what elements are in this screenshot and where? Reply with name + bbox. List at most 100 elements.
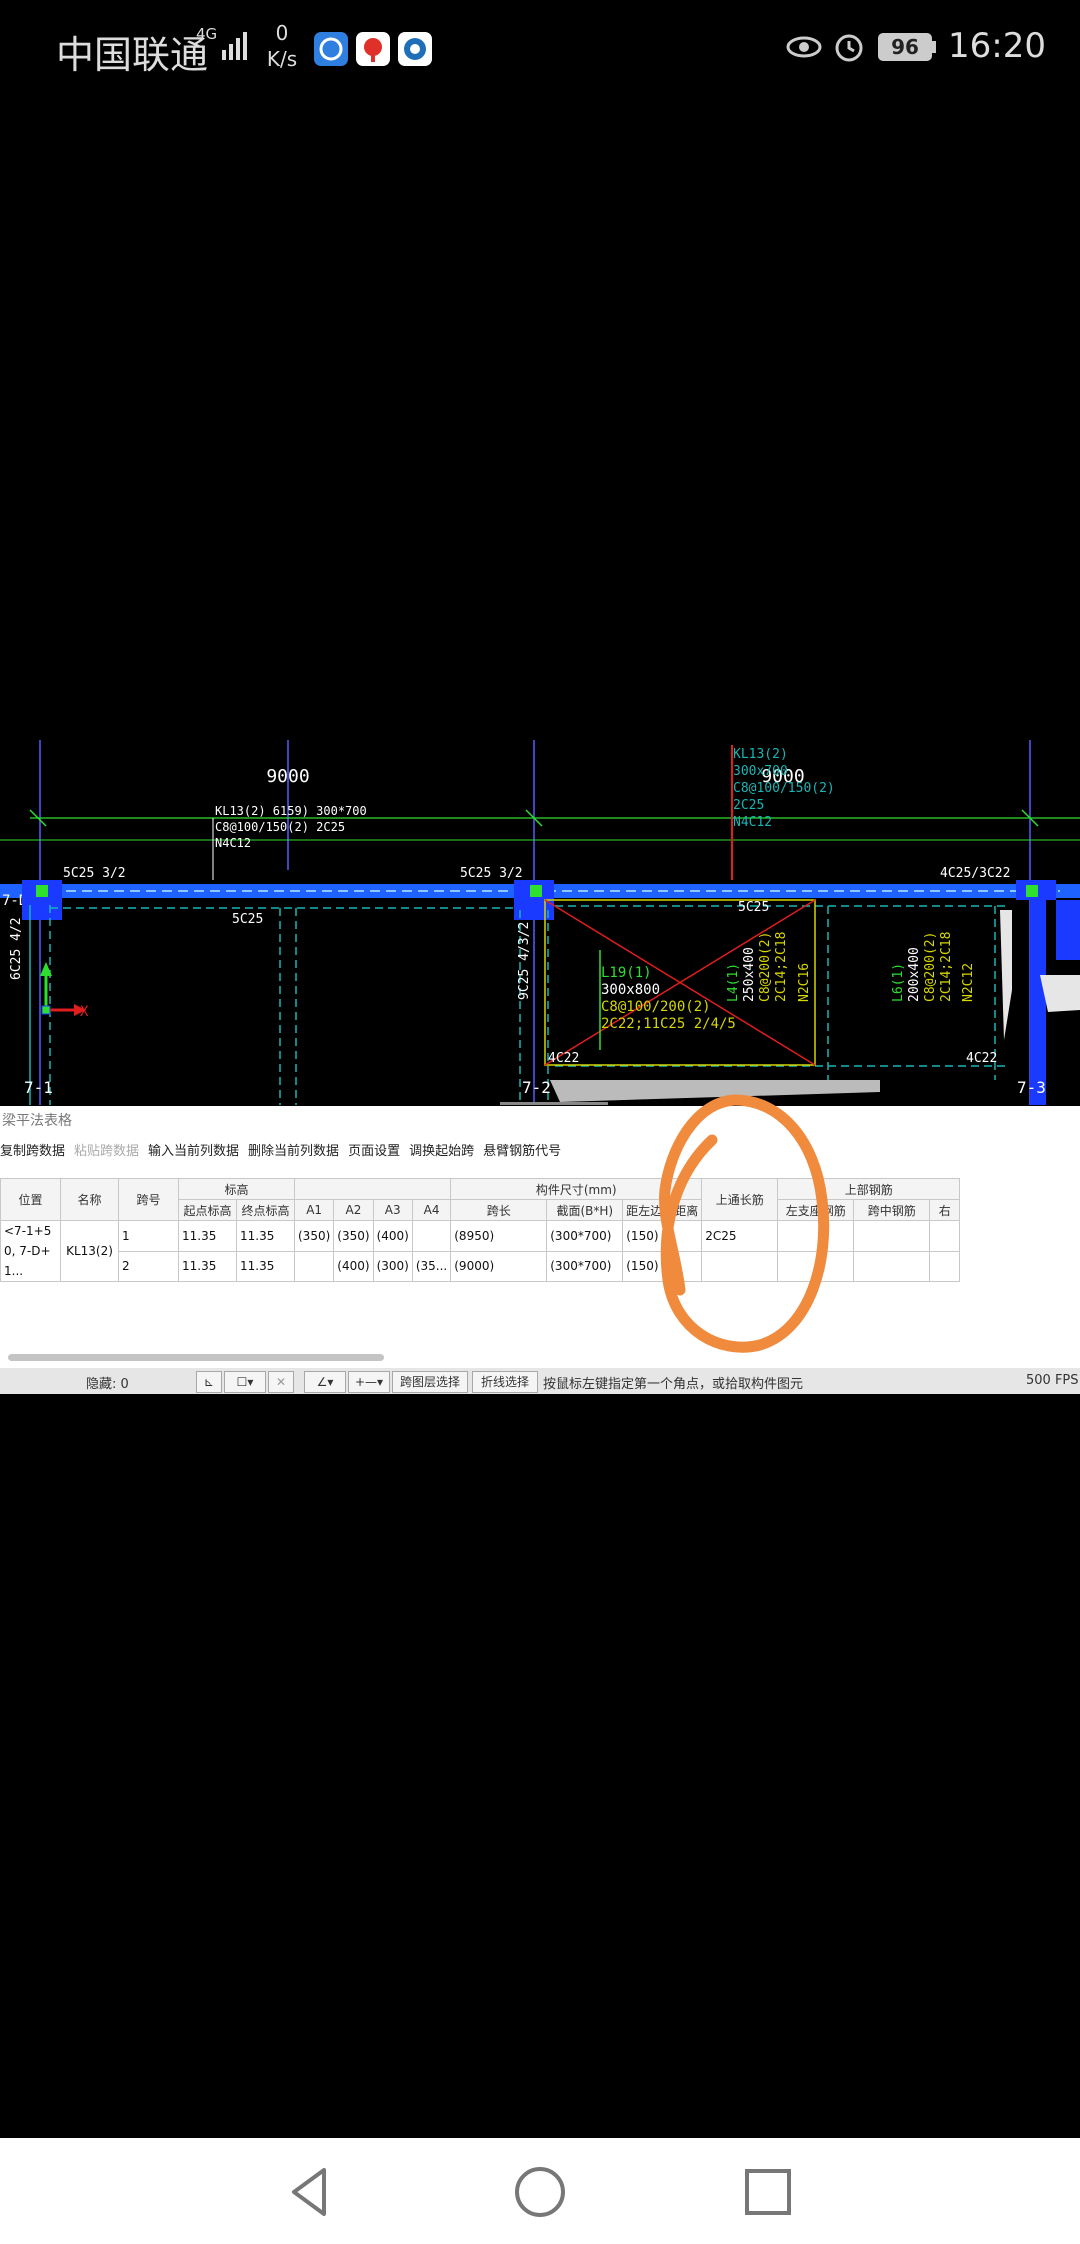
cell-right[interactable] — [929, 1250, 961, 1282]
ortho-tool-icon[interactable]: ⊾ — [196, 1371, 222, 1393]
axis-label-7-1: 7-1 — [24, 1078, 53, 1097]
header-span-length[interactable]: 跨长 — [450, 1199, 548, 1221]
command-prompt: 按鼠标左键指定第一个角点，或拾取构件图元 — [543, 1377, 804, 1392]
rebar-top-3: 4C25/3C22 — [940, 866, 1010, 881]
back-button[interactable] — [280, 2162, 340, 2222]
l6-label-3: C8@200(2) — [923, 932, 938, 1002]
cell-span-length[interactable]: (8950) — [450, 1220, 548, 1252]
clock: 16:20 — [948, 26, 1046, 66]
polyline-select-button[interactable]: 折线选择 — [472, 1371, 538, 1393]
header-position[interactable]: 位置 — [0, 1178, 61, 1221]
cell-a1[interactable] — [293, 1250, 335, 1282]
cell-start-elev[interactable]: 11.35 — [178, 1250, 237, 1282]
box-select-icon[interactable]: ☐▾ — [224, 1371, 266, 1393]
header-mid-span[interactable]: 跨中钢筋 — [853, 1199, 931, 1221]
l19-label-2: 300x800 — [601, 982, 660, 998]
header-right[interactable]: 右 — [929, 1199, 961, 1221]
paste-span-button: 粘贴跨数据 — [74, 1144, 140, 1159]
header-end-elev[interactable]: 终点标高 — [236, 1199, 295, 1221]
fps-readout: 500 FPS — [1026, 1373, 1079, 1388]
horizontal-scrollbar[interactable] — [8, 1354, 384, 1361]
cell-a2[interactable]: (350) — [333, 1220, 374, 1252]
header-section[interactable]: 截面(B*H) — [546, 1199, 624, 1221]
axis-x-label: X — [80, 1004, 89, 1020]
l4-label-4: 2C14;2C18 — [774, 932, 789, 1002]
input-column-button[interactable]: 输入当前列数据 — [148, 1140, 239, 1159]
cell-position[interactable]: <7-1+50, 7-D+1... — [0, 1220, 61, 1282]
header-a1[interactable]: A1 — [293, 1199, 335, 1221]
header-a3[interactable]: A3 — [372, 1199, 413, 1221]
cell-end-elev[interactable]: 11.35 — [236, 1220, 295, 1252]
cell-end-elev[interactable]: 11.35 — [236, 1250, 295, 1282]
cell-span[interactable]: 2 — [118, 1250, 179, 1282]
beam-note-2: C8@100/150(2) 2C25 — [215, 820, 345, 834]
eye-icon — [786, 36, 822, 58]
cell-mid-span[interactable] — [853, 1250, 931, 1282]
l4-label-1: L4(1) — [726, 963, 741, 1002]
panel-toolbar: 复制跨数据 粘贴跨数据 输入当前列数据 删除当前列数据 页面设置 调换起始跨 悬臂钢筋代号 — [0, 1140, 570, 1162]
header-start-elev[interactable]: 起点标高 — [178, 1199, 237, 1221]
home-button[interactable] — [510, 2162, 570, 2222]
cell-name[interactable]: KL13(2) — [60, 1220, 119, 1282]
l6-label-4: 2C14;2C18 — [939, 932, 954, 1002]
cross-select-icon[interactable]: ✕ — [268, 1371, 294, 1393]
green-note-2: 300x700 — [733, 764, 788, 779]
side-rebar-2: 9C25 4/3/2 — [517, 922, 532, 1000]
network-speed: 0 K/s — [262, 20, 302, 72]
recents-button[interactable] — [738, 2162, 798, 2222]
l6-label-5: N2C12 — [961, 963, 976, 1002]
cell-a1[interactable]: (350) — [293, 1220, 335, 1252]
cad-drawing[interactable]: 9000 9000 KL13(2) 6159) 300*700 C8@100/1… — [0, 740, 1080, 1105]
cell-section[interactable]: (300*700) — [546, 1220, 624, 1252]
browser-app-icon — [314, 32, 348, 66]
cell-right[interactable] — [929, 1220, 961, 1252]
network-type: 4G — [196, 25, 218, 43]
panel-title: 梁平法表格 — [2, 1113, 72, 1129]
page-setup-button[interactable]: 页面设置 — [348, 1140, 400, 1159]
header-span-no[interactable]: 跨号 — [118, 1178, 179, 1221]
rebar-bottom-2: 5C25 — [738, 900, 769, 915]
l19-label-1: L19(1) — [601, 965, 652, 981]
baidu-app-icon — [356, 32, 390, 66]
cell-a4[interactable] — [411, 1220, 452, 1252]
corner-rebar-2: 4C22 — [966, 1051, 997, 1066]
header-a2[interactable]: A2 — [333, 1199, 374, 1221]
header-elevation[interactable]: 标高 — [178, 1178, 295, 1200]
green-note-1: KL13(2) — [733, 747, 788, 762]
cell-mid-span[interactable] — [853, 1220, 931, 1252]
side-rebar-1: 6C25 4/2 — [9, 917, 24, 980]
cell-a3[interactable]: (300) — [372, 1250, 413, 1282]
green-note-3: C8@100/150(2) — [733, 781, 835, 796]
camera-app-icon — [398, 32, 432, 66]
l6-label-1: L6(1) — [891, 963, 906, 1002]
signal-icon — [222, 32, 247, 60]
cell-start-elev[interactable]: 11.35 — [178, 1220, 237, 1252]
cell-span[interactable]: 1 — [118, 1220, 179, 1252]
rebar-top-2: 5C25 3/2 — [460, 866, 523, 881]
axis-label-7-2: 7-2 — [522, 1078, 551, 1097]
header-a4[interactable]: A4 — [411, 1199, 452, 1221]
cantilever-code-button[interactable]: 悬臂钢筋代号 — [483, 1140, 561, 1159]
axis-label-7-3: 7-3 — [1017, 1078, 1046, 1097]
delete-column-button[interactable]: 删除当前列数据 — [248, 1140, 339, 1159]
swap-start-span-button[interactable]: 调换起始跨 — [409, 1140, 474, 1159]
l4-label-5: N2C16 — [797, 963, 812, 1002]
carrier-name: 中国联通 — [56, 33, 209, 77]
copy-span-button[interactable]: 复制跨数据 — [0, 1140, 65, 1159]
cell-section[interactable]: (300*700) — [546, 1250, 624, 1282]
cell-a4[interactable]: (35... — [411, 1250, 452, 1282]
cell-span-length[interactable]: (9000) — [450, 1250, 548, 1282]
beam-note-3: N4C12 — [215, 836, 251, 850]
cell-a3[interactable]: (400) — [372, 1220, 413, 1252]
line-tool-icon[interactable]: +—▾ — [348, 1371, 390, 1393]
angle-tool-icon[interactable]: ∠▾ — [304, 1371, 346, 1393]
battery-level: 96 — [878, 33, 932, 61]
navigation-bar — [0, 2138, 1080, 2244]
corner-rebar-1: 4C22 — [548, 1051, 579, 1066]
cad-viewport[interactable]: 9000 9000 KL13(2) 6159) 300*700 C8@100/1… — [0, 740, 1080, 1105]
hand-drawn-circle-annotation — [659, 1094, 830, 1353]
cell-a2[interactable]: (400) — [333, 1250, 374, 1282]
rebar-bottom-1: 5C25 — [232, 912, 263, 927]
header-name[interactable]: 名称 — [60, 1178, 119, 1221]
span-layer-select-button[interactable]: 跨图层选择 — [392, 1371, 468, 1393]
